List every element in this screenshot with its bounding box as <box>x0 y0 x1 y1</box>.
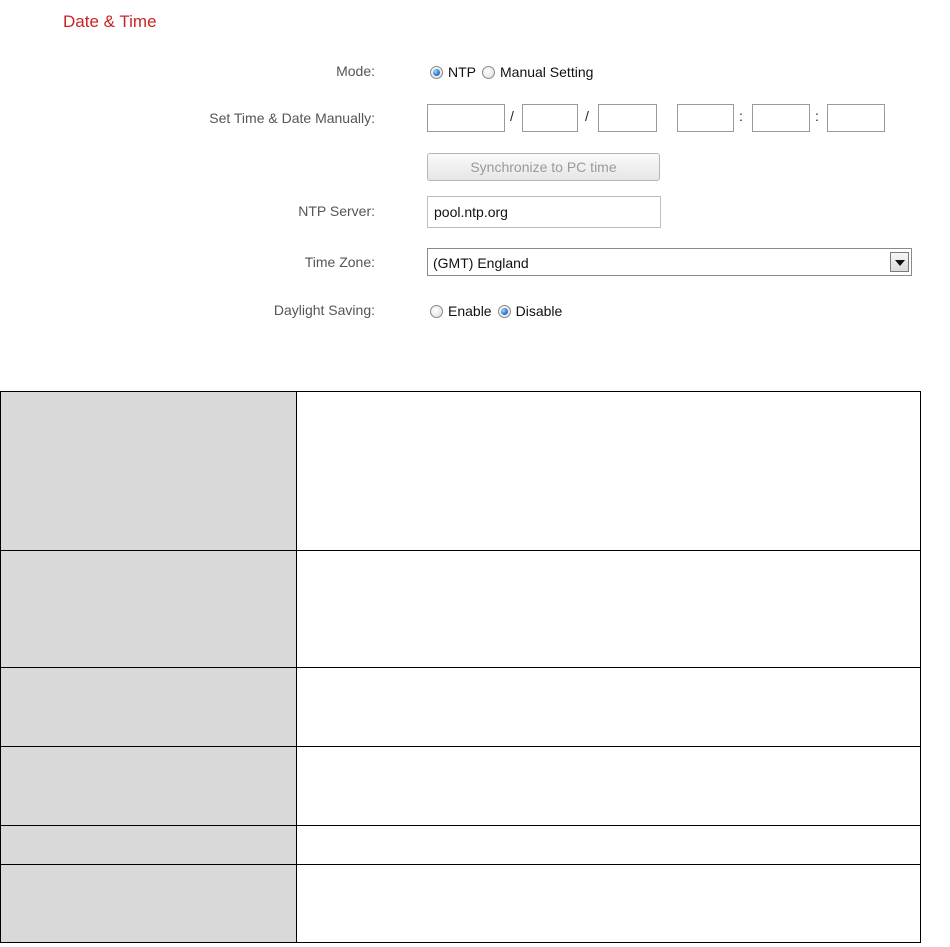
table-key-cell <box>0 550 297 668</box>
manual-datetime-label: Set Time & Date Manually: <box>209 110 375 126</box>
daylight-disable-radio[interactable] <box>497 304 511 318</box>
daylight-saving-label: Daylight Saving: <box>273 302 375 318</box>
table-row <box>0 667 921 747</box>
mode-manual-radio[interactable] <box>482 65 495 79</box>
day-input[interactable] <box>522 104 578 132</box>
table-row <box>0 864 921 943</box>
table-row <box>0 825 921 865</box>
mode-radio-group: NTP Manual Setting <box>430 64 599 80</box>
section-title: Date & Time <box>63 12 157 31</box>
daylight-enable-radio[interactable] <box>430 304 443 318</box>
mode-ntp-radio[interactable] <box>430 65 443 79</box>
table-value-cell <box>296 746 921 826</box>
daylight-saving-radio-group: Enable Disable <box>430 303 568 319</box>
second-input[interactable] <box>827 104 885 132</box>
table-value-cell <box>296 550 921 668</box>
description-table <box>0 391 921 943</box>
sync-pc-time-button[interactable]: Synchronize to PC time <box>427 153 660 181</box>
table-row <box>0 391 921 551</box>
table-value-cell <box>296 864 921 943</box>
table-key-cell <box>0 746 297 826</box>
table-key-cell <box>0 667 297 747</box>
month-input[interactable] <box>427 104 505 132</box>
time-zone-value: (GMT) England <box>433 255 529 271</box>
date-separator: / <box>585 108 589 124</box>
table-key-cell <box>0 391 297 551</box>
table-row <box>0 550 921 668</box>
year-input[interactable] <box>598 104 657 132</box>
time-separator: : <box>739 108 743 124</box>
time-zone-select[interactable]: (GMT) England <box>427 248 912 276</box>
mode-ntp-label[interactable]: NTP <box>448 64 476 80</box>
ntp-server-label: NTP Server: <box>298 203 375 219</box>
chevron-down-icon[interactable] <box>890 252 909 272</box>
hour-input[interactable] <box>677 104 734 132</box>
date-separator: / <box>510 108 514 124</box>
daylight-disable-label[interactable]: Disable <box>516 303 563 319</box>
mode-label: Mode: <box>336 63 375 79</box>
table-value-cell <box>296 825 921 865</box>
time-zone-label: Time Zone: <box>304 254 375 270</box>
table-key-cell <box>0 864 297 943</box>
mode-manual-label[interactable]: Manual Setting <box>500 64 593 80</box>
table-value-cell <box>296 391 921 551</box>
table-value-cell <box>296 667 921 747</box>
daylight-enable-label[interactable]: Enable <box>448 303 492 319</box>
minute-input[interactable] <box>752 104 810 132</box>
table-row <box>0 746 921 826</box>
ntp-server-input[interactable] <box>427 196 661 228</box>
time-separator: : <box>815 108 819 124</box>
table-key-cell <box>0 825 297 865</box>
